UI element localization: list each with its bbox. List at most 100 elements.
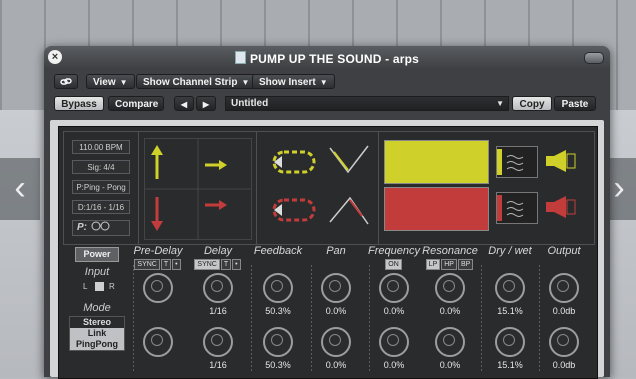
plugin-panel: 110.00 BPM Sig: 4/4 P:Ping - Pong D:1/16… — [58, 126, 598, 379]
document-icon — [234, 51, 246, 64]
param-value: 15.1% — [497, 360, 523, 370]
power-column: Power Input L R Mode Stereo Link PingPon… — [67, 245, 127, 351]
paste-button[interactable]: Paste — [554, 96, 596, 111]
show-channel-strip-label: Show Channel Strip — [143, 77, 238, 88]
filter-hp-button[interactable]: HP — [441, 259, 457, 270]
speaker-icon — [546, 196, 576, 218]
sync-button[interactable]: SYNC — [134, 259, 160, 270]
divider — [138, 132, 139, 244]
chevron-down-icon: ▼ — [319, 78, 328, 87]
show-channel-strip-menu[interactable]: Show Channel Strip ▼ — [136, 74, 257, 89]
param-dry-wet: Dry / wet 15.1% 15.1% — [479, 245, 541, 371]
window-title: PUMP UP THE SOUND - arps — [44, 51, 610, 66]
filter-on-button[interactable]: ON — [385, 259, 402, 270]
pan-top-knob[interactable] — [321, 273, 351, 303]
mode-stereo[interactable]: Stereo — [70, 317, 124, 328]
sync-dot-button[interactable]: • — [172, 259, 181, 270]
frequency-top-knob[interactable] — [379, 273, 409, 303]
param-value: 0.0% — [383, 360, 405, 370]
param-delay: Delay SYNC T • 1/16 1/16 — [187, 245, 249, 371]
feedback-top-knob[interactable] — [263, 273, 293, 303]
delay-bottom-knob[interactable] — [203, 327, 233, 357]
next-preset-button[interactable]: ▶ — [196, 96, 216, 111]
param-resonance: Resonance LP HP BP 0.0% 0.0% — [419, 245, 481, 371]
copy-button[interactable]: Copy — [512, 96, 552, 111]
dry-wet-bottom-knob[interactable] — [495, 327, 525, 357]
param-label: Output — [547, 245, 581, 257]
param-value: 0.0% — [383, 306, 405, 316]
plugin-window: × PUMP UP THE SOUND - arps View ▼ Show Ch… — [44, 46, 610, 379]
pingpong-indicator: P: — [72, 220, 130, 236]
loop-icon — [91, 221, 110, 231]
feedback-loop-icons — [272, 145, 369, 225]
filter-bp-button[interactable]: BP — [457, 259, 474, 270]
output-top-knob[interactable] — [549, 273, 579, 303]
input-toggle[interactable] — [95, 282, 104, 291]
mode-pingpong[interactable]: PingPong — [70, 339, 124, 350]
pan-bottom-knob[interactable] — [321, 327, 351, 357]
param-value — [127, 305, 189, 317]
visualizer-area: 110.00 BPM Sig: 4/4 P:Ping - Pong D:1/16… — [63, 131, 595, 245]
link-icon — [60, 78, 72, 85]
param-pre-delay: Pre-Delay SYNC T • — [127, 245, 189, 371]
info-column: 110.00 BPM Sig: 4/4 P:Ping - Pong D:1/16… — [72, 140, 130, 242]
pre-delay-bottom-knob[interactable] — [143, 327, 173, 357]
param-value: 50.3% — [265, 360, 291, 370]
output-bottom-knob[interactable] — [549, 327, 579, 357]
param-value: 1/16 — [209, 360, 227, 370]
previous-image-button[interactable]: ‹ — [0, 158, 40, 220]
pre-delay-top-knob[interactable] — [143, 273, 173, 303]
feedback-bottom-knob[interactable] — [263, 327, 293, 357]
param-label: Pre-Delay — [133, 245, 183, 257]
speaker-icon — [546, 150, 576, 172]
param-value: 0.0% — [325, 360, 347, 370]
show-insert-menu[interactable]: Show Insert ▼ — [252, 74, 335, 89]
arrow-display — [144, 138, 252, 240]
sync-t-button[interactable]: T — [160, 259, 172, 270]
frequency-bottom-knob[interactable] — [379, 327, 409, 357]
compare-button[interactable]: Compare — [108, 96, 164, 111]
bypass-button[interactable]: Bypass — [54, 96, 104, 111]
toolbar-row-2: Bypass Compare ◀ ▶ Untitled ▼ Copy Paste — [44, 92, 610, 114]
preset-name-field[interactable]: Untitled ▼ — [225, 96, 509, 111]
sync-dot-button[interactable]: • — [232, 259, 241, 270]
previous-preset-button[interactable]: ◀ — [174, 96, 194, 111]
param-output: Output 0.0db 0.0db — [533, 245, 595, 371]
filter-type-row: LP HP BP — [419, 259, 481, 270]
param-value: 0.0% — [439, 306, 461, 316]
param-label: Feedback — [253, 245, 303, 257]
chevron-down-icon: ▼ — [496, 99, 504, 108]
power-button[interactable]: Power — [75, 247, 119, 262]
input-label: Input — [84, 266, 110, 278]
resonance-top-knob[interactable] — [435, 273, 465, 303]
link-button[interactable] — [54, 74, 78, 89]
title-bar[interactable]: × PUMP UP THE SOUND - arps — [44, 46, 610, 70]
view-menu[interactable]: View ▼ — [86, 74, 135, 89]
param-value: 1/16 — [209, 306, 227, 316]
sync-button[interactable]: SYNC — [194, 259, 220, 270]
divider — [378, 132, 379, 244]
param-label: Frequency — [368, 245, 420, 257]
delay-display: D:1/16 - 1/16 — [72, 200, 130, 214]
param-frequency: Frequency ON 0.0% 0.0% — [363, 245, 425, 371]
param-value: 15.1% — [497, 306, 523, 316]
dry-wet-top-knob[interactable] — [495, 273, 525, 303]
mode-link[interactable]: Link — [70, 328, 124, 339]
sync-t-button[interactable]: T — [220, 259, 232, 270]
view-label: View — [93, 77, 116, 88]
param-value: 0.0db — [552, 360, 576, 370]
sync-row: SYNC T • — [187, 259, 249, 270]
param-pan: Pan 0.0% 0.0% — [305, 245, 367, 371]
param-label: Delay — [203, 245, 233, 257]
filter-lp-button[interactable]: LP — [425, 259, 441, 270]
delay-top-knob[interactable] — [203, 273, 233, 303]
param-label: Dry / wet — [488, 245, 532, 257]
resonance-bottom-knob[interactable] — [435, 327, 465, 357]
chevron-down-icon: ▼ — [241, 78, 250, 87]
toolbar-toggle-button[interactable] — [584, 52, 604, 64]
input-selector[interactable]: L R — [67, 278, 127, 296]
toolbar-row-1: View ▼ Show Channel Strip ▼ Show Insert ▼ — [44, 70, 610, 92]
param-value: 0.0db — [552, 306, 576, 316]
param-value — [127, 359, 189, 371]
mode-selector: Stereo Link PingPong — [69, 316, 125, 351]
